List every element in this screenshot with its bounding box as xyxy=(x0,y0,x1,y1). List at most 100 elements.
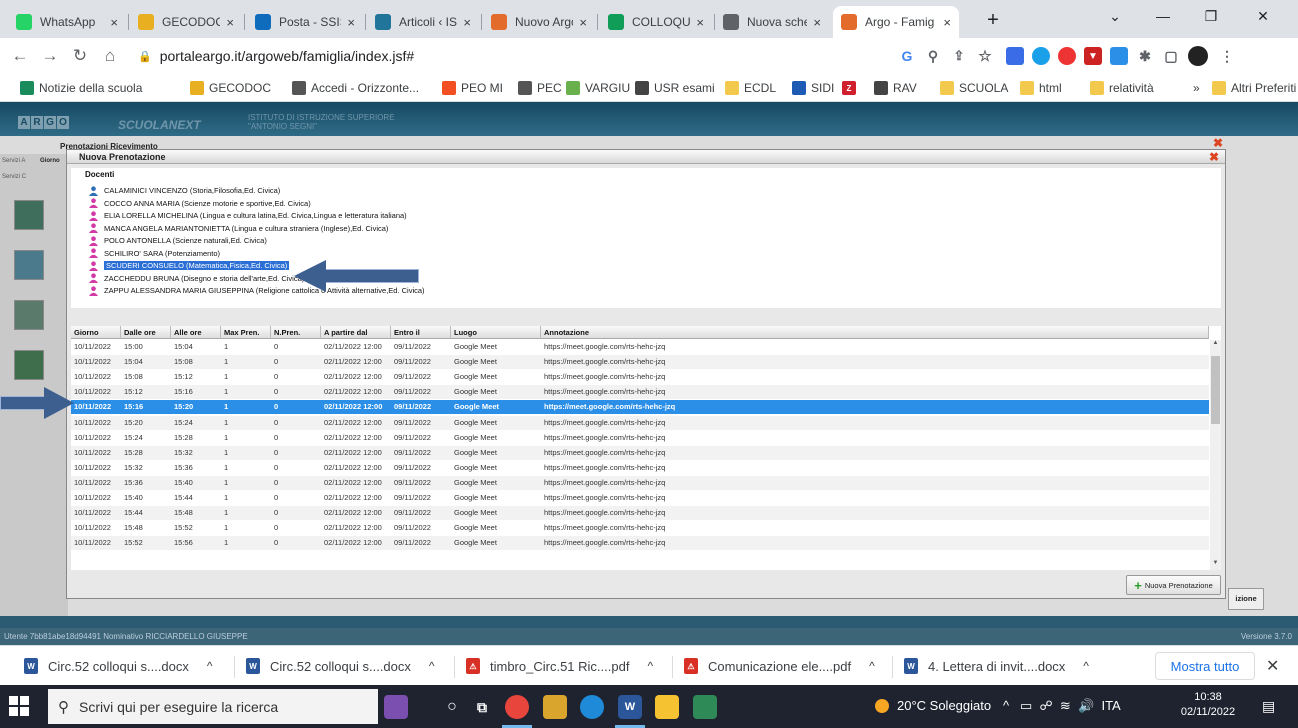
menu-icon[interactable]: ⋮ xyxy=(1218,47,1236,65)
bookmark-item[interactable]: USR esami xyxy=(635,80,715,96)
table-row[interactable]: 10/11/2022 15:08 15:12 1 0 02/11/2022 12:00 09… xyxy=(71,370,1209,384)
chevron-up-icon[interactable]: ^ xyxy=(1003,698,1009,713)
new-tab-icon[interactable]: + xyxy=(970,4,1016,36)
close-icon[interactable]: × xyxy=(813,15,821,30)
word-icon[interactable]: W xyxy=(618,695,642,719)
windows-start-icon[interactable] xyxy=(8,695,30,717)
close-icon[interactable]: ✖ xyxy=(1213,136,1223,150)
table-row[interactable]: 10/11/2022 15:48 15:52 1 0 02/11/2022 12:00 09… xyxy=(71,521,1209,535)
close-icon[interactable]: × xyxy=(463,15,471,30)
table-row[interactable]: 10/11/2022 15:32 15:36 1 0 02/11/2022 12:00 09… xyxy=(71,461,1209,475)
teacher-item[interactable]: COCCO ANNA MARIA (Scienze motorie e spor… xyxy=(89,197,311,210)
maximize-icon[interactable]: ❐ xyxy=(1188,0,1234,32)
column-header[interactable]: Max Pren. xyxy=(221,326,271,339)
profile-avatar[interactable] xyxy=(1188,46,1208,66)
bookmark-item[interactable]: PEC xyxy=(518,80,562,96)
chevron-up-icon[interactable]: ^ xyxy=(869,659,875,673)
halloween-search-icon[interactable] xyxy=(384,695,408,719)
table-row[interactable]: 10/11/2022 15:24 15:28 1 0 02/11/2022 12:00 09… xyxy=(71,431,1209,445)
close-icon[interactable]: × xyxy=(110,15,118,30)
table-row[interactable]: 10/11/2022 15:28 15:32 1 0 02/11/2022 12:00 09… xyxy=(71,445,1209,460)
show-all-button[interactable]: Mostra tutto xyxy=(1155,652,1255,680)
close-icon[interactable]: ✖ xyxy=(1209,150,1219,164)
column-header[interactable]: Alle ore xyxy=(171,326,221,339)
scroll-down-icon[interactable]: ▼ xyxy=(1210,560,1221,570)
teacher-item[interactable]: SCHILIRO' SARA (Potenziamento) xyxy=(89,247,220,260)
column-header[interactable]: Entro il xyxy=(391,326,451,339)
browser-tab[interactable]: COLLOQUI × xyxy=(600,6,712,38)
bookmark-item[interactable]: SCUOLA xyxy=(940,80,1008,96)
bookmark-item[interactable]: relatività xyxy=(1090,80,1154,96)
edge-icon[interactable] xyxy=(580,695,604,719)
extension-1-icon[interactable] xyxy=(1006,47,1024,65)
close-icon[interactable]: × xyxy=(347,15,355,30)
teacher-item[interactable]: SCUDERI CONSUELO (Matematica,Fisica,Ed. … xyxy=(89,259,290,272)
new-booking-button[interactable]: + Nuova Prenotazione xyxy=(1126,575,1221,595)
bookmark-item[interactable]: ECDL xyxy=(725,80,776,96)
extensions-puzzle-icon[interactable]: ✱ xyxy=(1136,47,1154,65)
chrome-icon[interactable] xyxy=(505,695,529,719)
browser-tab[interactable]: Nuova schedi × xyxy=(715,6,829,38)
bookmark-item[interactable]: Accedi - Orizzonte... xyxy=(292,80,419,96)
table-row[interactable]: 10/11/2022 15:36 15:40 1 0 02/11/2022 12:00 09… xyxy=(71,475,1209,490)
shield-extension-icon[interactable]: ▼ xyxy=(1084,47,1102,65)
side-app-icon[interactable] xyxy=(14,200,44,230)
notification-icon[interactable]: ▤ xyxy=(1262,698,1275,715)
browser-tab[interactable]: Articoli ‹ ISTIT × xyxy=(367,6,479,38)
teacher-item[interactable]: ZACCHEDDU BRUNA (Disegno e storia dell'a… xyxy=(89,272,304,285)
google-icon[interactable]: G xyxy=(898,47,916,65)
address-bar[interactable]: 🔒 portaleargo.it/argoweb/famiglia/index.… xyxy=(138,43,898,69)
column-header[interactable]: Annotazione xyxy=(541,326,1209,339)
bookmark-item[interactable]: RAV xyxy=(874,80,917,96)
extension-2-icon[interactable] xyxy=(1032,47,1050,65)
window-close-icon[interactable]: ✕ xyxy=(1240,0,1286,32)
home-icon[interactable]: ⌂ xyxy=(98,44,122,68)
app-icon[interactable] xyxy=(693,695,717,719)
tab-search-icon[interactable]: ⌄ xyxy=(1092,0,1138,32)
forward-icon[interactable]: → xyxy=(38,44,62,68)
chevron-up-icon[interactable]: ^ xyxy=(1083,659,1089,673)
table-row[interactable]: 10/11/2022 15:16 15:20 1 0 02/11/2022 12:00 09… xyxy=(71,400,1209,415)
minimize-icon[interactable]: — xyxy=(1140,0,1186,32)
download-item[interactable]: W 4. Lettera di invit....docx ^ xyxy=(904,657,1089,675)
bookmark-item[interactable]: VARGIU xyxy=(566,80,630,96)
bookmark-item[interactable]: PEO MI xyxy=(442,80,503,96)
table-row[interactable]: 10/11/2022 15:40 15:44 1 0 02/11/2022 12:00 09… xyxy=(71,491,1209,505)
bookmark-item[interactable]: Notizie della scuola xyxy=(20,80,142,96)
language-indicator[interactable]: ITA xyxy=(1101,698,1120,713)
side-app-icon[interactable] xyxy=(14,250,44,280)
teacher-item[interactable]: POLO ANTONELLA (Scienze naturali,Ed. Civ… xyxy=(89,234,267,247)
weather-widget[interactable]: 20°C Soleggiato xyxy=(875,698,991,713)
download-item[interactable]: ⚠ Comunicazione ele....pdf ^ xyxy=(684,657,875,675)
browser-tab[interactable]: WhatsApp × xyxy=(8,6,126,38)
lateral-button[interactable]: izione xyxy=(1228,588,1264,610)
side-app-icon[interactable] xyxy=(14,300,44,330)
browser-tab[interactable]: Nuovo Argo × xyxy=(483,6,595,38)
close-icon[interactable]: × xyxy=(226,15,234,30)
chevron-up-icon[interactable]: ^ xyxy=(647,659,653,673)
table-row[interactable]: 10/11/2022 15:04 15:08 1 0 02/11/2022 12:00 09… xyxy=(71,355,1209,370)
column-header[interactable]: Giorno xyxy=(71,326,121,339)
file-explorer-icon[interactable] xyxy=(655,695,679,719)
close-icon[interactable]: × xyxy=(579,15,587,30)
scroll-up-icon[interactable]: ▲ xyxy=(1210,340,1221,350)
close-icon[interactable]: ✕ xyxy=(1266,656,1279,676)
more-bookmarks[interactable]: » xyxy=(1193,80,1200,96)
table-row[interactable]: 10/11/2022 15:12 15:16 1 0 02/11/2022 12:00 09… xyxy=(71,385,1209,400)
browser-tab[interactable]: GECODOC × xyxy=(130,6,242,38)
table-row[interactable]: 10/11/2022 15:52 15:56 1 0 02/11/2022 12:00 09… xyxy=(71,536,1209,551)
chevron-up-icon[interactable]: ^ xyxy=(207,659,213,673)
column-header[interactable]: A partire dal xyxy=(321,326,391,339)
side-panel-icon[interactable]: ▢ xyxy=(1162,47,1180,65)
other-bookmarks[interactable]: Altri Preferiti xyxy=(1212,80,1296,96)
teacher-item[interactable]: CALAMINICI VINCENZO (Storia,Filosofia,Ed… xyxy=(89,184,280,197)
bookmark-item[interactable]: SIDI xyxy=(792,80,834,96)
teacher-item[interactable]: MANCA ANGELA MARIANTONIETTA (Lingua e cu… xyxy=(89,222,388,235)
download-item[interactable]: W Circ.52 colloqui s....docx ^ xyxy=(24,657,213,675)
browser-tab[interactable]: Argo - Famig × xyxy=(833,6,959,38)
column-header[interactable]: Luogo xyxy=(451,326,541,339)
folder-app-icon[interactable] xyxy=(543,695,567,719)
share-icon[interactable]: ⇪ xyxy=(950,47,968,65)
table-row[interactable]: 10/11/2022 15:44 15:48 1 0 02/11/2022 12:00 09… xyxy=(71,506,1209,521)
close-icon[interactable]: × xyxy=(696,15,704,30)
